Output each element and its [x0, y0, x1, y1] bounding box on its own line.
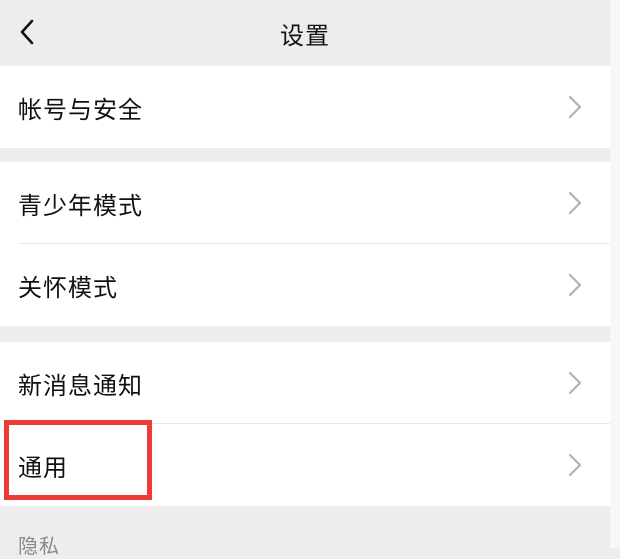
account-group: 帐号与安全	[0, 66, 610, 148]
modes-group: 青少年模式 关怀模式	[0, 162, 610, 326]
page-title: 设置	[280, 21, 330, 50]
chevron-right-icon	[568, 191, 582, 215]
settings-item-label: 青少年模式	[18, 191, 143, 220]
settings-item-label: 关怀模式	[18, 273, 118, 302]
settings-item-teen-mode[interactable]: 青少年模式	[0, 162, 610, 244]
chevron-right-icon	[568, 95, 582, 119]
section-caption-privacy: 隐私	[18, 534, 60, 558]
settings-item-general[interactable]: 通用	[0, 424, 610, 506]
chevron-right-icon	[568, 453, 582, 477]
settings-item-label: 帐号与安全	[18, 95, 143, 124]
general-group: 新消息通知 通用	[0, 342, 610, 506]
chevron-right-icon	[568, 371, 582, 395]
chevron-right-icon	[568, 273, 582, 297]
settings-screen: 设置 帐号与安全 青少年模式 关怀模式 新消息通知 通用 隐私	[0, 0, 620, 558]
settings-item-care-mode[interactable]: 关怀模式	[0, 244, 610, 326]
nav-bar: 设置	[0, 0, 610, 66]
settings-item-label: 新消息通知	[18, 371, 143, 400]
settings-item-label: 通用	[18, 453, 68, 482]
settings-item-account-security[interactable]: 帐号与安全	[0, 66, 610, 148]
settings-item-notifications[interactable]: 新消息通知	[0, 342, 610, 424]
screen-edge	[610, 0, 620, 548]
